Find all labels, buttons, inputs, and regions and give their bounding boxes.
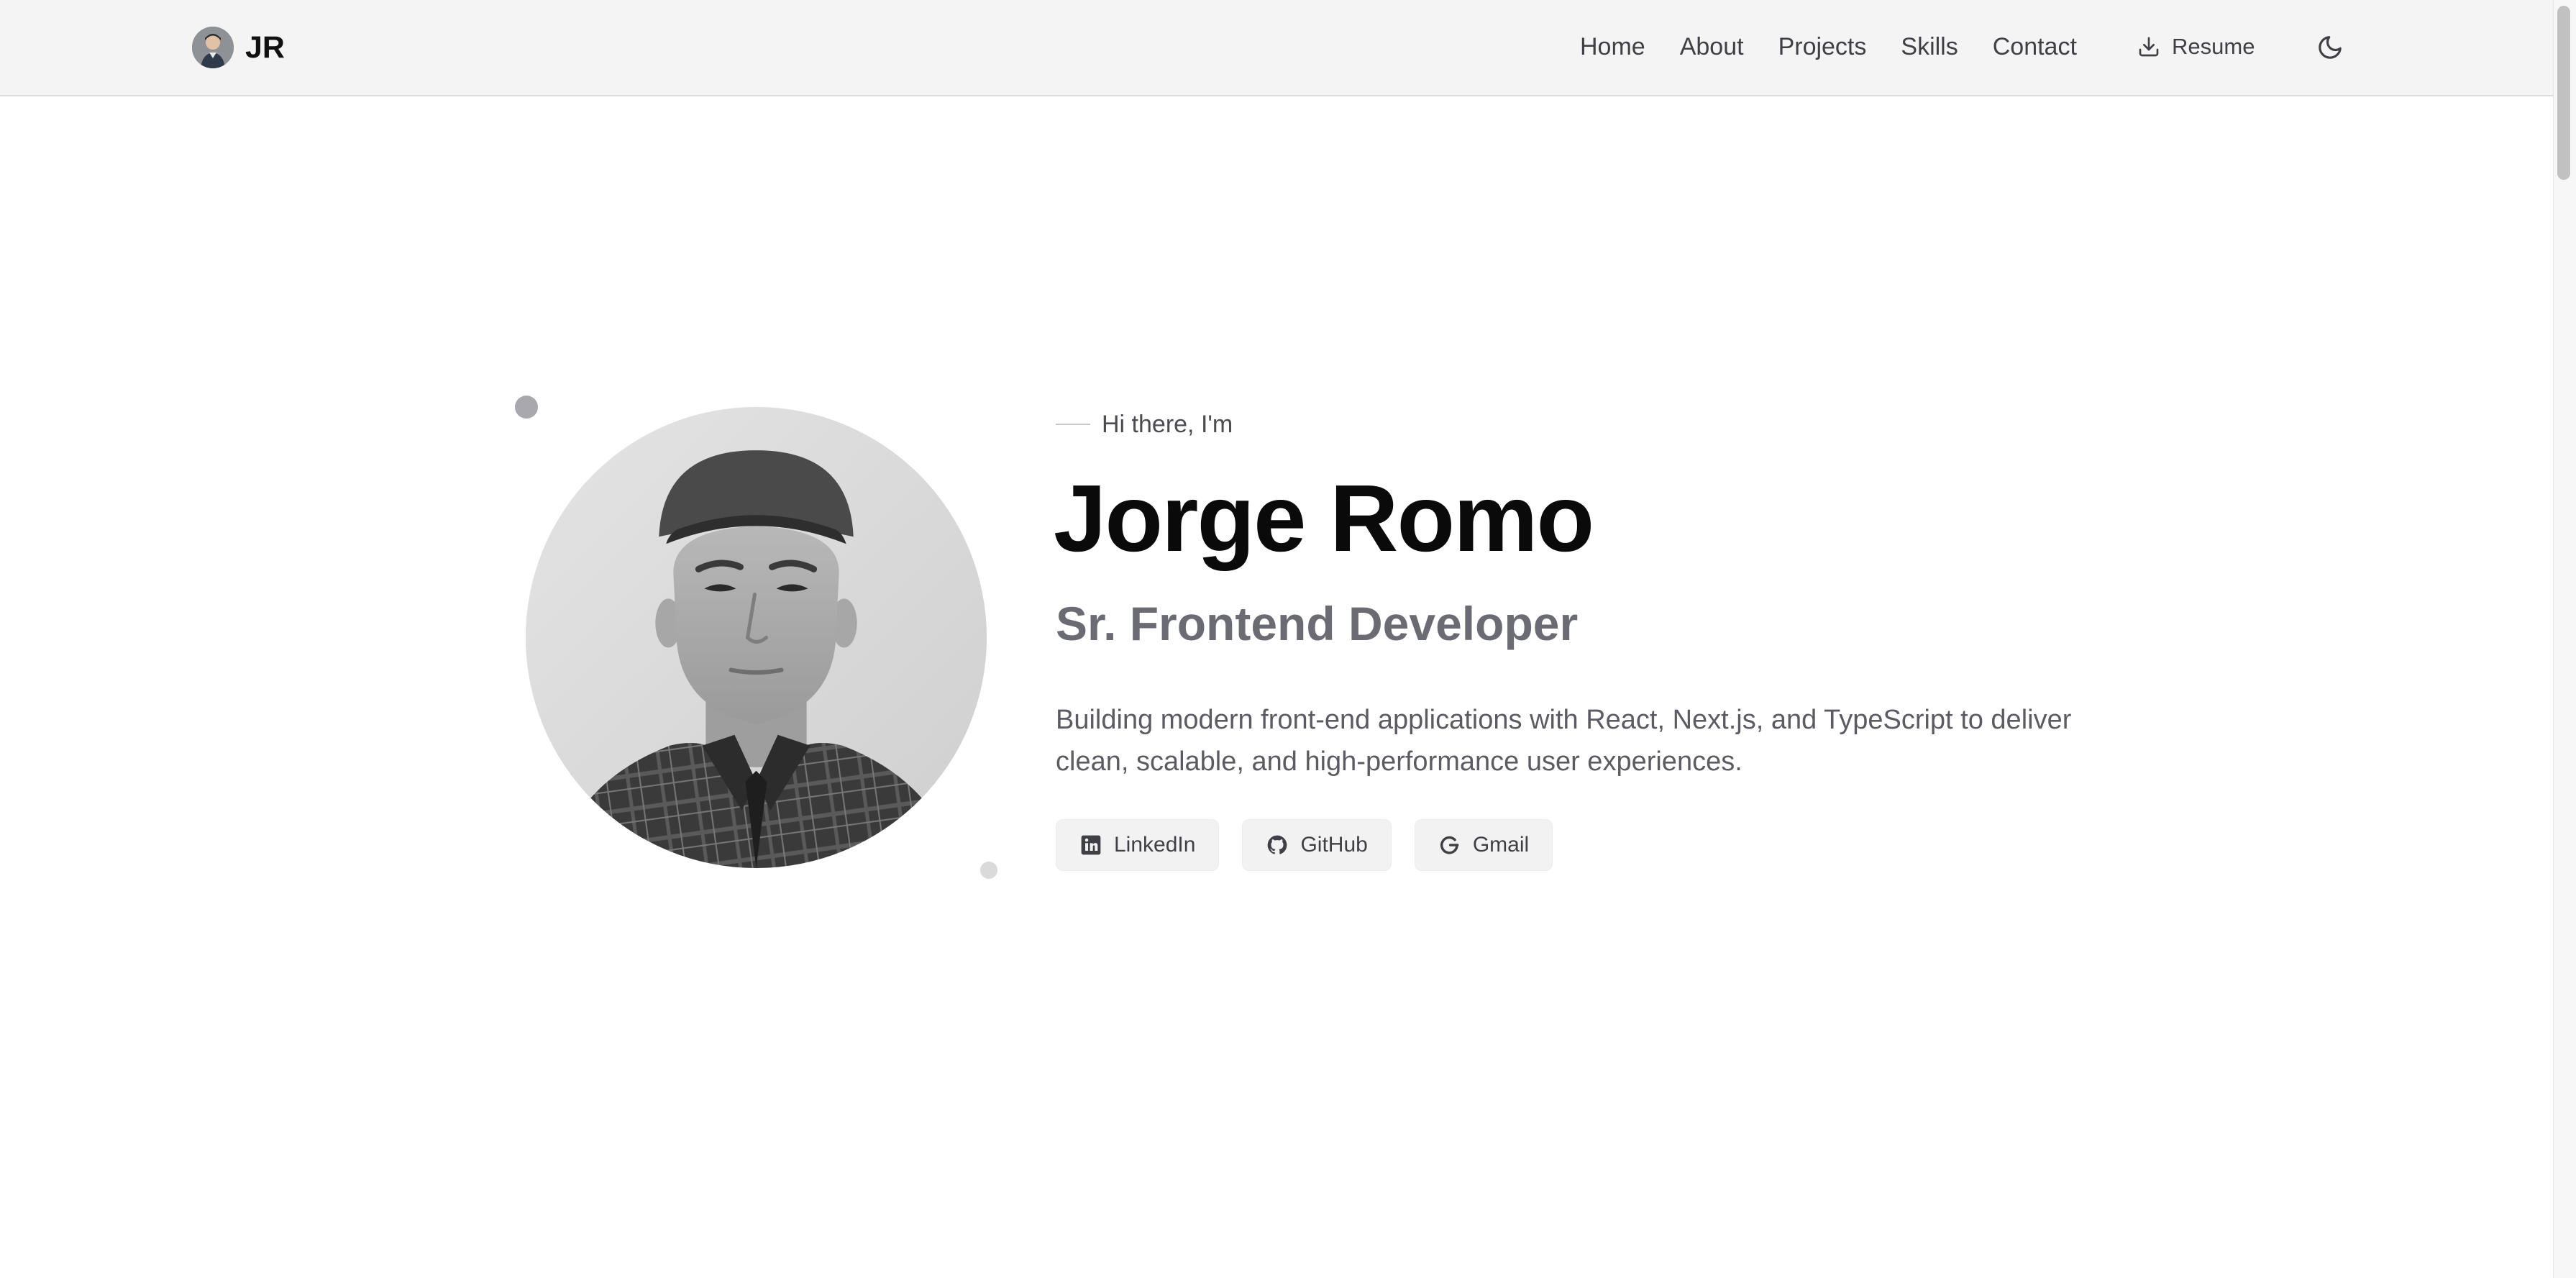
hero-name: Jorge Romo	[1054, 465, 1594, 571]
resume-download-button[interactable]: Resume	[2129, 24, 2263, 69]
hero-role: Sr. Frontend Developer	[1056, 597, 1579, 650]
social-links: LinkedIn GitHub Gmail	[1056, 819, 1576, 871]
gmail-label: Gmail	[1472, 833, 1530, 857]
decorative-dot-small	[980, 862, 997, 879]
scrollbar-track[interactable]	[2553, 0, 2576, 1278]
linkedin-label: LinkedIn	[1114, 833, 1196, 857]
greeting-text: Hi there, I'm	[1102, 410, 1233, 438]
nav-contact[interactable]: Contact	[1993, 33, 2077, 61]
nav-about[interactable]: About	[1680, 33, 1744, 61]
github-icon	[1268, 835, 1287, 854]
nav-home[interactable]: Home	[1580, 33, 1645, 61]
github-label: GitHub	[1300, 833, 1368, 857]
greeting-divider	[1056, 424, 1090, 425]
brand-logo[interactable]: JR	[192, 26, 285, 69]
main-nav: Home About Projects Skills Contact	[1580, 0, 2077, 93]
site-header: JR Home About Projects Skills Contact Re…	[0, 0, 2553, 96]
brand-initials: JR	[245, 29, 285, 65]
gmail-button[interactable]: Gmail	[1414, 819, 1553, 871]
theme-toggle-button[interactable]	[2310, 27, 2350, 68]
moon-icon	[2319, 36, 2342, 59]
google-icon	[1440, 836, 1459, 854]
nav-skills[interactable]: Skills	[1901, 33, 1958, 61]
decorative-dot-large	[515, 396, 538, 419]
scrollbar-thumb[interactable]	[2557, 6, 2570, 180]
avatar	[192, 27, 234, 68]
page: JR Home About Projects Skills Contact Re…	[0, 0, 2576, 1278]
hero-bio: Building modern front-end applications w…	[1056, 705, 2072, 777]
resume-label: Resume	[2172, 34, 2255, 59]
download-icon	[2139, 37, 2159, 57]
nav-projects[interactable]: Projects	[1778, 33, 1867, 61]
profile-photo	[526, 407, 987, 868]
github-button[interactable]: GitHub	[1242, 819, 1392, 871]
greeting: Hi there, I'm	[1056, 407, 1233, 442]
linkedin-button[interactable]: LinkedIn	[1056, 819, 1220, 871]
linkedin-icon	[1081, 835, 1101, 855]
